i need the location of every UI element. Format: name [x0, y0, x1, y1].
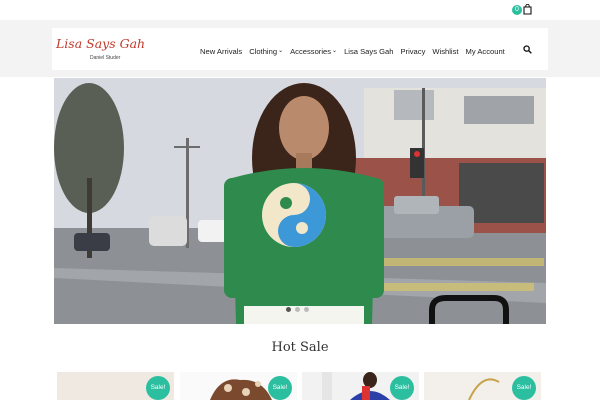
slider-dot[interactable]: [304, 307, 309, 312]
sale-badge: Sale!: [390, 376, 414, 400]
main-nav: New Arrivals Clothing ⌄ Accessories ⌄ Lisa…: [200, 45, 512, 57]
logo-title: Lisa Says Gah: [56, 36, 146, 51]
chevron-down-icon: ⌄: [332, 47, 338, 54]
nav-item-new-arrivals[interactable]: New Arrivals: [200, 45, 242, 57]
top-bar: [0, 0, 600, 20]
nav-item-wishlist[interactable]: Wishlist: [432, 45, 458, 57]
nav-item-clothing[interactable]: Clothing ⌄: [249, 45, 283, 57]
cart-count-badge[interactable]: 0: [512, 5, 522, 15]
logo-subtitle: Daniel Studer: [90, 55, 121, 61]
slider-dot[interactable]: [295, 307, 300, 312]
site-logo[interactable]: Lisa Says Gah Daniel Studer: [56, 36, 156, 64]
slider-dot[interactable]: [286, 307, 291, 312]
sale-badge: Sale!: [146, 376, 170, 400]
sale-badge: Sale!: [268, 376, 292, 400]
slider-dots: [286, 307, 309, 312]
hero-image: [54, 78, 546, 324]
hero-slider[interactable]: [54, 78, 546, 324]
nav-item-privacy[interactable]: Privacy: [400, 45, 425, 57]
shopping-bag-icon[interactable]: [523, 4, 532, 15]
nav-item-accessories[interactable]: Accessories ⌄: [290, 45, 337, 57]
section-title-hot-sale: Hot Sale: [271, 340, 329, 355]
nav-item-my-account[interactable]: My Account: [466, 45, 505, 57]
nav-item-lisa-says-gah[interactable]: Lisa Says Gah: [344, 45, 393, 57]
sale-badge: Sale!: [512, 376, 536, 400]
chevron-down-icon: ⌄: [278, 47, 284, 54]
search-icon[interactable]: [523, 45, 532, 54]
